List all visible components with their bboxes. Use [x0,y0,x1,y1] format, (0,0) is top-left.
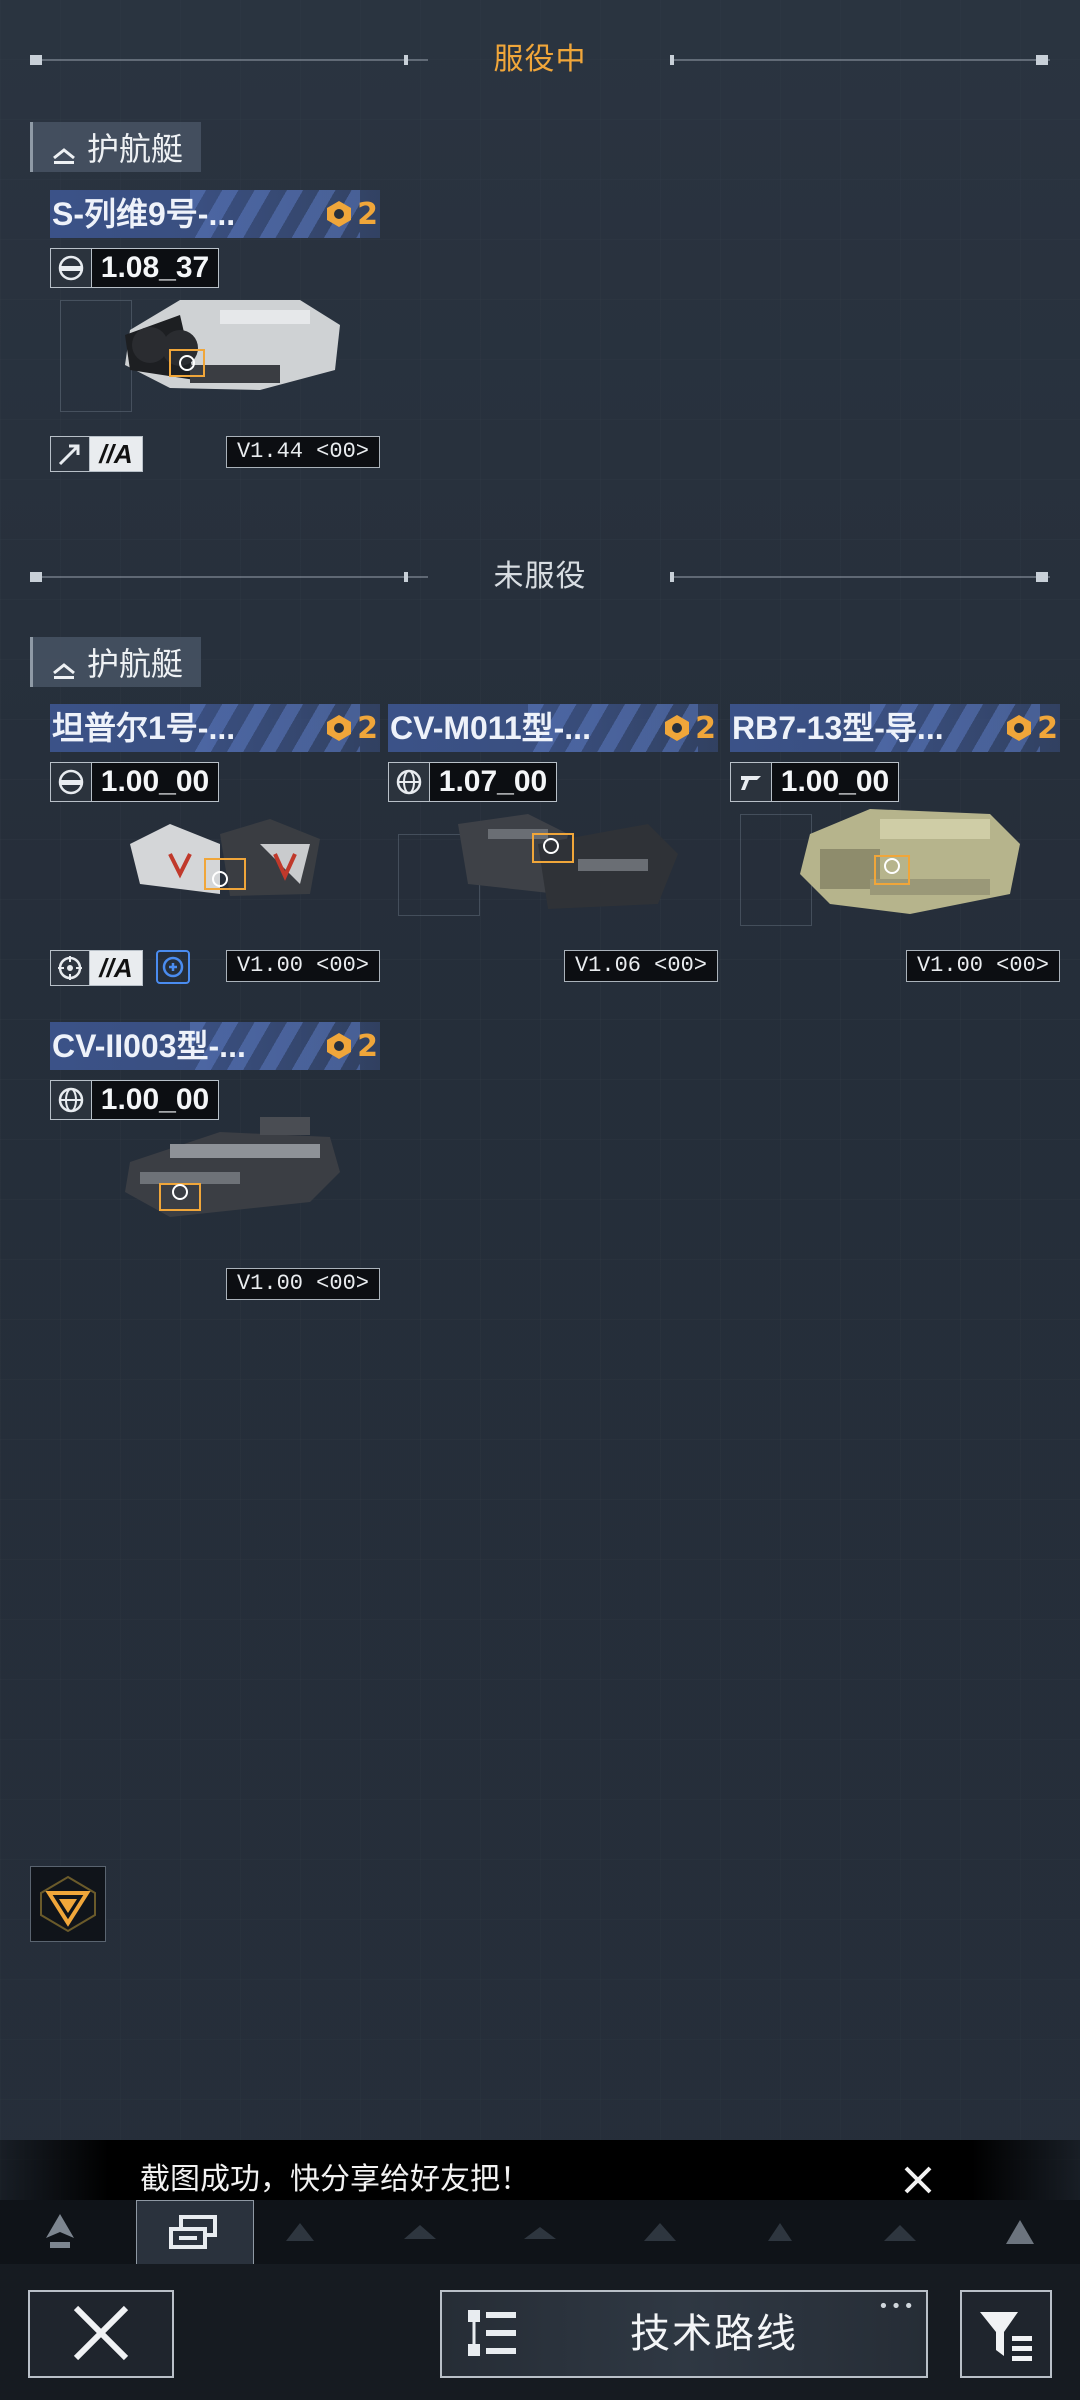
close-button[interactable] [28,2290,174,2378]
ship-level: 2 [325,194,378,234]
fleet-emblem-icon [40,1875,96,1933]
toast-close-button[interactable] [898,2160,938,2200]
category-tag-escort: 护航艇 [30,637,201,687]
version-label: V1.06 <00> [563,950,718,982]
tab-escort[interactable] [136,2200,254,2266]
tech-route-button[interactable]: 技术路线 ••• [440,2290,928,2378]
category-tag-escort: 护航艇 [30,122,201,172]
category-tag-label: 护航艇 [87,645,184,683]
ship-name: RB7-13型-导... [732,710,944,746]
carrier-icon [884,2225,916,2241]
section-divider-not-in-service: 未服役 [30,557,1050,597]
globe-icon [388,762,430,802]
close-icon [73,2305,129,2361]
ship-type-badge: //A [50,950,143,986]
section-divider-in-service: 服役中 [30,40,1050,80]
frigate-icon [286,2223,314,2241]
cruiser-icon [524,2227,556,2239]
version-label: V1.00 <00> [905,950,1060,982]
tab-destroyer[interactable] [370,2200,470,2264]
ship-image [800,809,1020,914]
tab-battleship[interactable] [970,2200,1070,2264]
ship-category-tabs [0,2200,1080,2266]
tab-frigate[interactable] [250,2200,350,2264]
close-icon [904,2166,932,2194]
ship-type-badge: //A [50,436,143,472]
tab-battlecruiser[interactable] [610,2200,710,2264]
filter-button[interactable] [960,2290,1052,2378]
ship-card[interactable]: CV-M011型-... 2 1.07_00 V1.06 <00> [388,704,718,1004]
support-icon [156,950,190,984]
ship-image [125,300,340,390]
ship-level: 2 [663,708,716,748]
ship-card[interactable]: 坦普尔1号-... 2 1.00_00 //A V1.00 <00> [50,704,380,1004]
battlecruiser-icon [644,2223,676,2241]
manufacturer-icon [730,762,772,802]
fighter-icon [46,2214,74,2248]
ship-level: 2 [1005,708,1058,748]
tab-cruiser[interactable] [490,2200,590,2264]
ship-level: 2 [325,708,378,748]
level-hex-icon [1007,715,1032,741]
ship-name: S-列维9号-... [52,196,236,232]
ship-card[interactable]: RB7-13型-导... 2 1.00_00 V1.00 <00> [730,704,1060,1004]
filter-icon [980,2312,1032,2361]
tab-carrier[interactable] [850,2200,950,2264]
more-dots: ••• [878,2296,916,2317]
fleet-command-button[interactable] [30,1866,106,1942]
tab-fighter[interactable] [10,2200,110,2264]
chevron-up-icon [51,137,77,164]
level-hex-icon [327,201,352,227]
ship-name: 坦普尔1号-... [52,710,236,746]
ship-level: 2 [325,1026,378,1066]
level-hex-icon [665,715,690,741]
version-label: V1.44 <00> [225,436,380,468]
ship-name: CV-M011型-... [390,710,591,746]
battleship-icon [1006,2220,1034,2244]
ship-image [130,819,320,896]
ship-image [458,814,678,909]
escort-icon [169,2215,217,2249]
ship-card[interactable]: CV-II003型-... 2 1.00_00 V1.00 <00> [50,1022,380,1322]
section-title-in-service: 服役中 [493,42,587,77]
destroyer-icon [404,2225,436,2239]
version-label: V1.00 <00> [225,1268,380,1300]
assault-icon [50,436,90,472]
section-title-not-in-service: 未服役 [493,559,587,594]
level-hex-icon [327,1033,352,1059]
ship-card[interactable]: S-列维9号-... 2 1.08_37 //A V1.44 <00> [50,190,380,490]
version-label: V1.00 <00> [225,950,380,982]
tab-auxiliary[interactable] [730,2200,830,2264]
radar-icon [50,762,92,802]
tech-route-label: 技术路线 [630,2311,798,2357]
radar-icon [50,248,92,288]
ship-image [125,1117,340,1217]
target-icon [50,950,90,986]
ship-name: CV-II003型-... [52,1028,246,1064]
chevron-up-icon [51,652,77,679]
category-tag-label: 护航艇 [87,130,184,168]
level-hex-icon [327,715,352,741]
globe-icon [50,1080,92,1120]
auxiliary-icon [768,2223,792,2241]
